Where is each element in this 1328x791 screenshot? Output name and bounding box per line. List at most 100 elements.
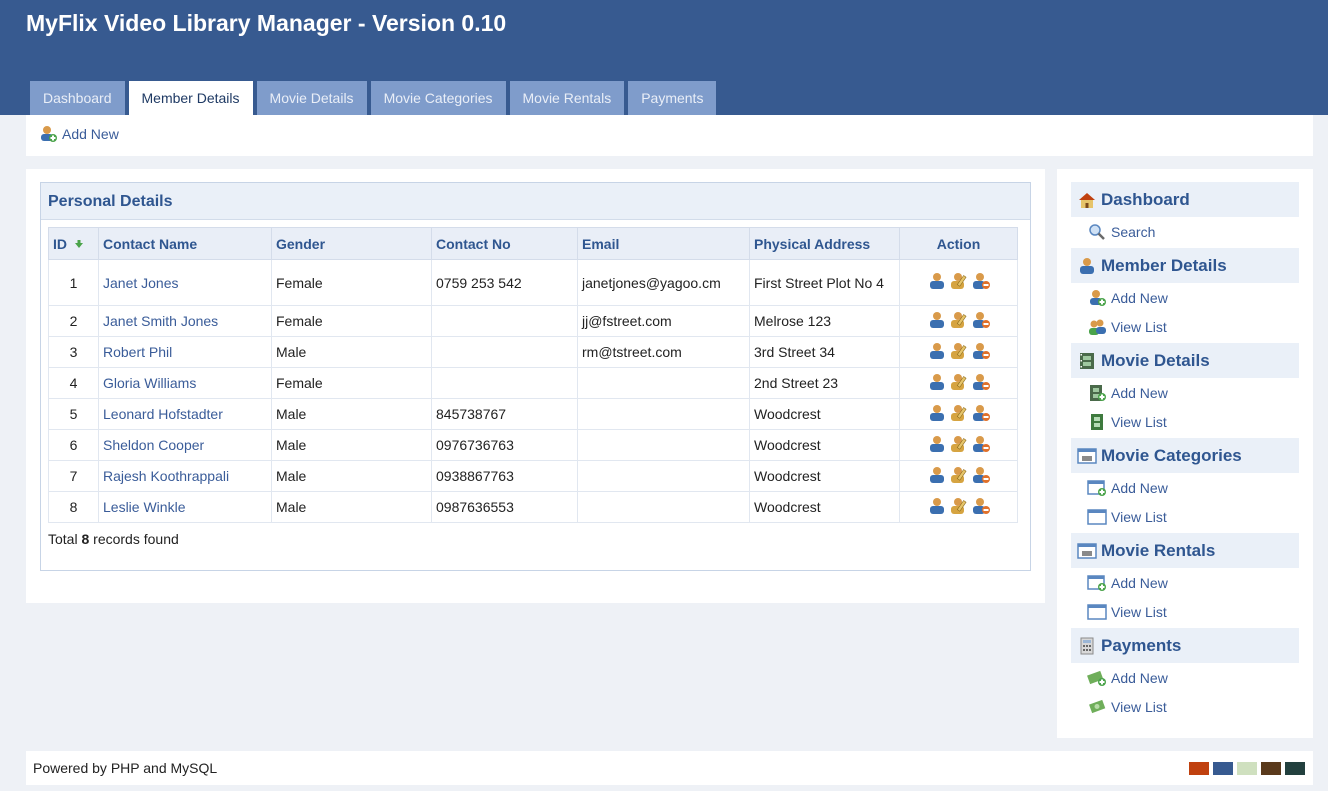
cell-contact-name-link[interactable]: Leslie Winkle: [98, 491, 272, 523]
personal-details-panel: Personal Details ID Contact Name Gender …: [40, 182, 1031, 571]
table-row: 7 Rajesh Koothrappali Male 0938867763 Woodcr…: [48, 460, 1018, 492]
cell-contact-name-link[interactable]: Robert Phil: [98, 336, 272, 368]
view-user-icon[interactable]: [928, 272, 946, 293]
sidebar-item-rental-add-new[interactable]: Add New: [1087, 572, 1168, 594]
sidebar-section-movie-details[interactable]: Movie Details: [1071, 343, 1299, 378]
cell-gender: Female: [271, 305, 432, 337]
cell-email: [577, 367, 750, 399]
view-user-icon[interactable]: [928, 404, 946, 425]
window-icon: [1087, 604, 1107, 620]
main-content: Personal Details ID Contact Name Gender …: [26, 169, 1045, 603]
theme-swatch[interactable]: [1213, 762, 1233, 775]
cell-physical-address: Melrose 123: [749, 305, 900, 337]
view-user-icon[interactable]: [928, 342, 946, 363]
add-new-member-button[interactable]: Add New: [38, 125, 119, 143]
cell-id: 8: [48, 491, 99, 523]
cell-email: jj@fstreet.com: [577, 305, 750, 337]
delete-user-icon[interactable]: [972, 404, 990, 425]
edit-user-icon[interactable]: [950, 311, 968, 332]
delete-user-icon[interactable]: [972, 373, 990, 394]
edit-user-icon[interactable]: [950, 435, 968, 456]
cell-gender: Male: [271, 491, 432, 523]
film-list-icon: [1091, 414, 1103, 430]
delete-user-icon[interactable]: [972, 466, 990, 487]
home-icon: [1079, 192, 1095, 208]
cell-contact-no: 0976736763: [431, 429, 578, 461]
delete-user-icon[interactable]: [972, 435, 990, 456]
tab-dashboard[interactable]: Dashboard: [30, 81, 125, 115]
sidebar-item-payment-add-new[interactable]: Add New: [1087, 667, 1168, 689]
theme-swatch[interactable]: [1237, 762, 1257, 775]
tab-payments[interactable]: Payments: [628, 81, 717, 115]
table-row: 5 Leonard Hofstadter Male 845738767 Woodcres…: [48, 398, 1018, 430]
tab-movie-categories[interactable]: Movie Categories: [370, 81, 506, 115]
sidebar-section-member-details[interactable]: Member Details: [1071, 248, 1299, 283]
table-row: 6 Sheldon Cooper Male 0976736763 Woodcrest: [48, 429, 1018, 461]
sidebar-section-movie-categories[interactable]: Movie Categories: [1071, 438, 1299, 473]
cell-gender: Male: [271, 336, 432, 368]
column-header-physical-address[interactable]: Physical Address: [749, 227, 900, 260]
view-user-icon[interactable]: [928, 466, 946, 487]
theme-swatch[interactable]: [1285, 762, 1305, 775]
cell-id: 5: [48, 398, 99, 430]
column-header-email[interactable]: Email: [577, 227, 750, 260]
sidebar-item-member-add-new[interactable]: Add New: [1087, 287, 1168, 309]
sidebar-item-category-add-new[interactable]: Add New: [1087, 477, 1168, 499]
cell-contact-name-link[interactable]: Janet Jones: [98, 259, 272, 306]
cell-gender: Male: [271, 460, 432, 492]
table-row: 3 Robert Phil Male rm@tstreet.com 3rd Street…: [48, 336, 1018, 368]
view-user-icon[interactable]: [928, 435, 946, 456]
cell-contact-name-link[interactable]: Rajesh Koothrappali: [98, 460, 272, 492]
edit-user-icon[interactable]: [950, 272, 968, 293]
cell-id: 2: [48, 305, 99, 337]
sidebar-item-dashboard-search[interactable]: Search: [1087, 221, 1155, 243]
cell-physical-address: 3rd Street 34: [749, 336, 900, 368]
tab-movie-rentals[interactable]: Movie Rentals: [509, 81, 625, 115]
cell-contact-name-link[interactable]: Janet Smith Jones: [98, 305, 272, 337]
view-user-icon[interactable]: [928, 373, 946, 394]
tab-member-details[interactable]: Member Details: [128, 81, 253, 115]
column-header-contact-name[interactable]: Contact Name: [98, 227, 272, 260]
view-user-icon[interactable]: [928, 497, 946, 518]
cell-contact-name-link[interactable]: Gloria Williams: [98, 367, 272, 399]
tab-movie-details[interactable]: Movie Details: [256, 81, 367, 115]
cell-contact-name-link[interactable]: Sheldon Cooper: [98, 429, 272, 461]
sidebar-item-movie-add-new[interactable]: Add New: [1087, 382, 1168, 404]
column-header-id[interactable]: ID: [48, 227, 99, 260]
sidebar-section-payments[interactable]: Payments: [1071, 628, 1299, 663]
edit-user-icon[interactable]: [950, 404, 968, 425]
add-money-icon: [1087, 670, 1106, 686]
sidebar-item-member-view-list[interactable]: View List: [1087, 316, 1167, 338]
edit-user-icon[interactable]: [950, 373, 968, 394]
add-window-icon: [1087, 575, 1106, 591]
sidebar-section-movie-rentals[interactable]: Movie Rentals: [1071, 533, 1299, 568]
cell-contact-name-link[interactable]: Leonard Hofstadter: [98, 398, 272, 430]
edit-user-icon[interactable]: [950, 466, 968, 487]
column-header-gender[interactable]: Gender: [271, 227, 432, 260]
table-row: 8 Leslie Winkle Male 0987636553 Woodcrest: [48, 491, 1018, 523]
delete-user-icon[interactable]: [972, 342, 990, 363]
column-header-contact-no[interactable]: Contact No: [431, 227, 578, 260]
view-user-icon[interactable]: [928, 311, 946, 332]
cell-email: [577, 491, 750, 523]
delete-user-icon[interactable]: [972, 272, 990, 293]
edit-user-icon[interactable]: [950, 497, 968, 518]
sidebar-item-category-view-list[interactable]: View List: [1087, 506, 1167, 528]
header: MyFlix Video Library Manager - Version 0…: [0, 0, 1328, 115]
sidebar-item-payment-view-list[interactable]: View List: [1087, 696, 1167, 718]
theme-swatches: [1189, 762, 1305, 775]
sidebar-item-rental-view-list[interactable]: View List: [1087, 601, 1167, 623]
theme-swatch[interactable]: [1261, 762, 1281, 775]
theme-swatch[interactable]: [1189, 762, 1209, 775]
sidebar-item-movie-view-list[interactable]: View List: [1087, 411, 1167, 433]
sidebar-section-dashboard[interactable]: Dashboard: [1071, 182, 1299, 217]
delete-user-icon[interactable]: [972, 311, 990, 332]
edit-user-icon[interactable]: [950, 342, 968, 363]
cell-physical-address: 2nd Street 23: [749, 367, 900, 399]
cell-id: 1: [48, 259, 99, 306]
cell-contact-no: [431, 336, 578, 368]
cell-actions: [899, 398, 1018, 430]
cell-physical-address: Woodcrest: [749, 491, 900, 523]
film-icon: [1080, 352, 1094, 369]
delete-user-icon[interactable]: [972, 497, 990, 518]
